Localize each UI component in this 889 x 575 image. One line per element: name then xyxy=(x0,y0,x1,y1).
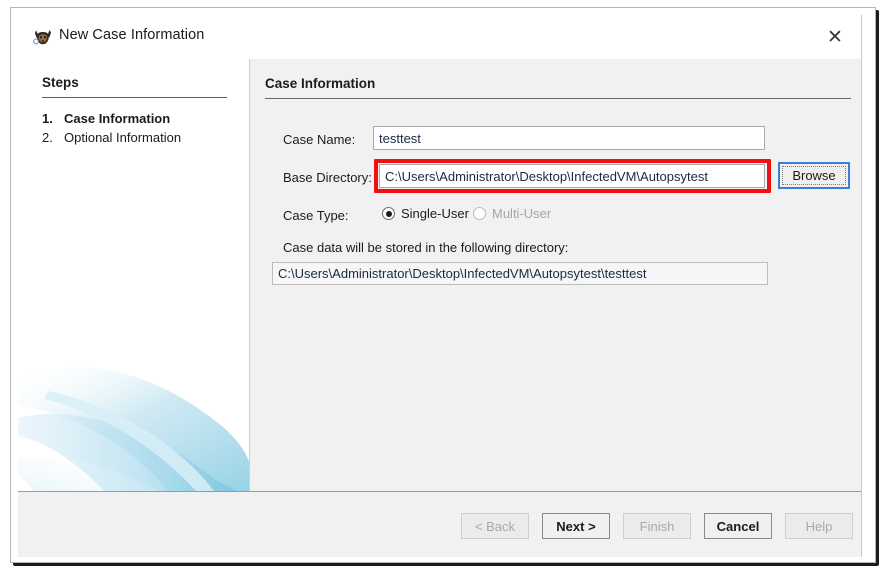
radio-multi-user-indicator xyxy=(473,207,486,220)
storage-directory-value xyxy=(272,262,768,285)
dialog-body: Steps 1. Case Information 2. Optional Info… xyxy=(18,59,861,491)
step-label: Case Information xyxy=(64,111,171,126)
next-button[interactable]: Next > xyxy=(542,513,610,539)
radio-single-user-label: Single-User xyxy=(401,206,469,221)
dialog-title: New Case Information xyxy=(59,27,205,43)
case-type-label: Case Type: xyxy=(283,208,349,223)
steps-heading-rule xyxy=(42,97,227,98)
storage-directory-note: Case data will be stored in the followin… xyxy=(283,240,569,255)
step-label: Optional Information xyxy=(64,130,182,145)
step-number: 2. xyxy=(42,130,53,145)
base-directory-input[interactable] xyxy=(379,164,765,188)
steps-heading: Steps xyxy=(42,75,79,90)
finish-button[interactable]: Finish xyxy=(623,513,691,539)
section-title: Case Information xyxy=(265,76,376,91)
radio-single-user[interactable]: Single-User xyxy=(382,206,469,221)
step-item-case-information[interactable]: 1. Case Information xyxy=(42,111,170,126)
close-icon[interactable]: ✕ xyxy=(824,26,846,48)
case-information-content: Case Information Case Name: Base Directo… xyxy=(251,59,861,491)
radio-single-user-indicator xyxy=(382,207,395,220)
case-name-label: Case Name: xyxy=(283,132,356,147)
dialog-titlebar: New Case Information ✕ xyxy=(18,15,868,59)
cancel-button[interactable]: Cancel xyxy=(704,513,772,539)
new-case-information-dialog: New Case Information ✕ Steps 1. Case Info… xyxy=(10,7,876,563)
step-item-optional-information[interactable]: 2. Optional Information xyxy=(42,130,181,145)
dialog-right-edge xyxy=(861,15,868,557)
browse-button-label: Browse xyxy=(792,168,836,183)
section-title-rule xyxy=(265,98,851,99)
decorative-swoosh-graphic xyxy=(18,367,249,491)
radio-multi-user: Multi-User xyxy=(473,206,551,221)
browse-button[interactable]: Browse xyxy=(778,162,850,189)
screenshot-root: New Case Information ✕ Steps 1. Case Info… xyxy=(0,0,889,575)
autopsy-dog-icon xyxy=(33,28,53,46)
dialog-inner: New Case Information ✕ Steps 1. Case Info… xyxy=(18,15,868,557)
help-button[interactable]: Help xyxy=(785,513,853,539)
steps-panel: Steps 1. Case Information 2. Optional Info… xyxy=(18,59,250,491)
dialog-footer: < Back Next > Finish Cancel Help xyxy=(18,491,861,557)
base-directory-label: Base Directory: xyxy=(283,170,372,185)
radio-multi-user-label: Multi-User xyxy=(492,206,552,221)
case-name-input[interactable] xyxy=(373,126,765,150)
footer-separator xyxy=(18,491,861,492)
step-number: 1. xyxy=(42,111,53,126)
back-button[interactable]: < Back xyxy=(461,513,529,539)
